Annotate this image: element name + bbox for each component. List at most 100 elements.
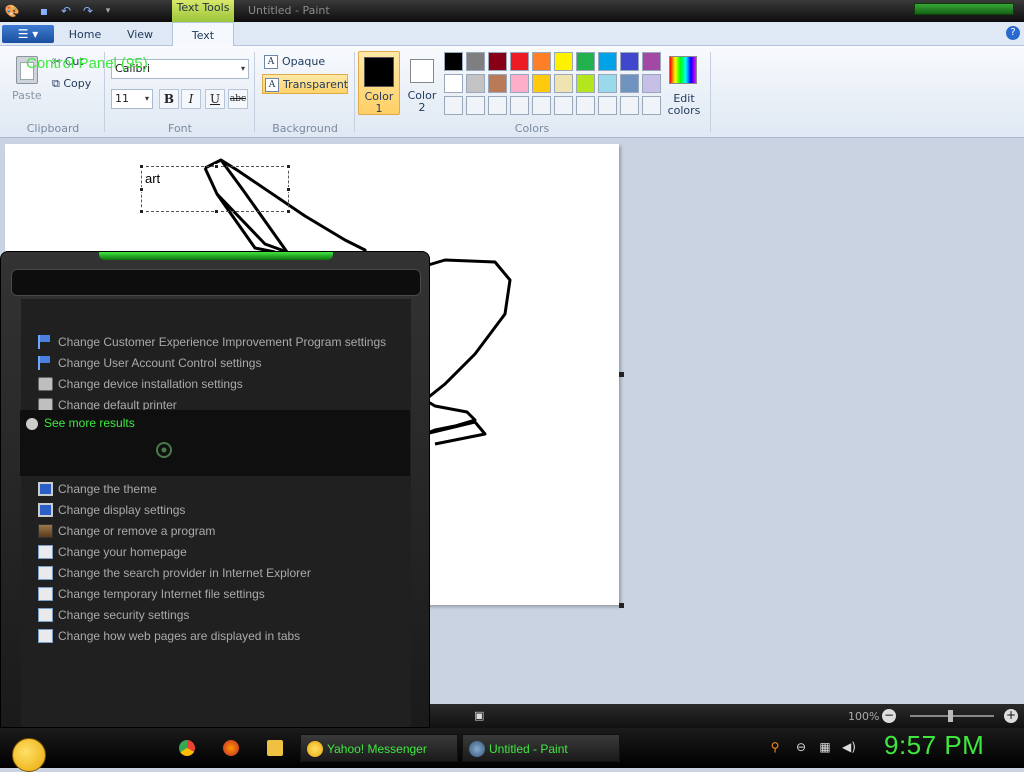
palette-color-swatch[interactable]: [444, 52, 463, 71]
color2-button[interactable]: Color 2: [404, 51, 440, 115]
volume-icon[interactable]: ◀): [842, 740, 856, 754]
text-box-content: art: [145, 171, 161, 186]
resize-handle[interactable]: [286, 209, 291, 214]
device-icon: [38, 377, 53, 391]
resize-handle[interactable]: [139, 187, 144, 192]
palette-color-swatch[interactable]: [510, 96, 529, 115]
search-result-item[interactable]: Change User Account Control settings: [36, 353, 404, 373]
palette-color-swatch[interactable]: [488, 96, 507, 115]
font-group-label: Font: [168, 122, 192, 135]
resize-handle[interactable]: [286, 164, 291, 169]
copy-icon: ⧉: [52, 77, 64, 90]
underline-button[interactable]: U: [205, 89, 225, 109]
palette-color-swatch[interactable]: [554, 52, 573, 71]
font-size-select[interactable]: 11 ▾: [111, 89, 153, 109]
text-tools-context-tab: Text Tools: [172, 0, 234, 22]
search-result-item[interactable]: Change the search provider in Internet E…: [36, 563, 404, 583]
network-icon[interactable]: ▦: [818, 740, 832, 754]
zoom-level: 100%: [848, 710, 880, 723]
color1-button[interactable]: Color 1: [358, 51, 400, 115]
edit-colors-button[interactable]: Edit colors: [666, 54, 702, 118]
zoom-in-button[interactable]: +: [1004, 709, 1018, 723]
tray-icon[interactable]: ⊖: [794, 740, 808, 754]
search-result-item[interactable]: Change security settings: [36, 605, 404, 625]
palette-color-swatch[interactable]: [510, 52, 529, 71]
palette-color-swatch[interactable]: [620, 96, 639, 115]
resize-handle[interactable]: [214, 209, 219, 214]
folder-icon[interactable]: [267, 740, 283, 756]
palette-color-swatch[interactable]: [532, 52, 551, 71]
transparent-button[interactable]: A Transparent: [262, 74, 348, 94]
search-result-item[interactable]: Change how web pages are displayed in ta…: [36, 626, 404, 646]
customize-quick-access-icon[interactable]: ▾: [100, 3, 116, 19]
firefox-icon[interactable]: [223, 740, 239, 756]
start-button[interactable]: [12, 738, 46, 772]
zoom-slider-thumb[interactable]: [948, 710, 953, 722]
palette-color-swatch[interactable]: [642, 74, 661, 93]
search-tray-icon[interactable]: ⚲: [768, 740, 782, 754]
window-controls[interactable]: [914, 3, 1014, 15]
palette-color-swatch[interactable]: [444, 96, 463, 115]
palette-color-swatch[interactable]: [620, 52, 639, 71]
search-result-item[interactable]: Change your homepage: [36, 542, 404, 562]
palette-color-swatch[interactable]: [488, 52, 507, 71]
palette-color-swatch[interactable]: [620, 74, 639, 93]
palette-color-swatch[interactable]: [554, 74, 573, 93]
zoom-out-button[interactable]: −: [882, 709, 896, 723]
flag-icon: [38, 356, 53, 370]
palette-color-swatch[interactable]: [466, 74, 485, 93]
palette-color-swatch[interactable]: [576, 74, 595, 93]
redo-icon[interactable]: ↷: [80, 3, 96, 19]
paint-app-icon[interactable]: 🎨: [4, 3, 20, 19]
palette-color-swatch[interactable]: [598, 74, 617, 93]
tab-view[interactable]: View: [116, 22, 164, 46]
paint-menu-button[interactable]: ☰ ▾: [2, 25, 54, 43]
palette-color-swatch[interactable]: [642, 52, 661, 71]
taskbar-clock[interactable]: 9:57 PM: [884, 730, 984, 761]
text-box[interactable]: art: [139, 164, 291, 214]
see-more-results-link[interactable]: See more results: [24, 413, 135, 433]
canvas-resize-handle[interactable]: [619, 603, 624, 608]
tab-home[interactable]: Home: [62, 22, 108, 46]
palette-color-swatch[interactable]: [466, 52, 485, 71]
resize-handle[interactable]: [139, 164, 144, 169]
palette-color-swatch[interactable]: [576, 52, 595, 71]
palette-color-swatch[interactable]: [576, 96, 595, 115]
palette-color-swatch[interactable]: [510, 74, 529, 93]
resize-handle[interactable]: [139, 209, 144, 214]
undo-icon[interactable]: ↶: [58, 3, 74, 19]
taskbar-button-yahoo-messenger[interactable]: Yahoo! Messenger: [300, 734, 458, 762]
palette-color-swatch[interactable]: [488, 74, 507, 93]
search-result-item[interactable]: Change device installation settings: [36, 374, 404, 394]
palette-color-swatch[interactable]: [598, 96, 617, 115]
palette-color-swatch[interactable]: [642, 96, 661, 115]
resize-handle[interactable]: [286, 187, 291, 192]
palette-color-swatch[interactable]: [554, 96, 573, 115]
palette-color-swatch[interactable]: [532, 96, 551, 115]
start-search-input[interactable]: [11, 269, 421, 296]
ie-icon: [38, 608, 53, 622]
copy-button[interactable]: ⧉ Copy: [52, 77, 91, 91]
search-result-item[interactable]: Change the theme: [36, 479, 404, 499]
chrome-icon[interactable]: [179, 740, 195, 756]
canvas-resize-handle[interactable]: [619, 372, 624, 377]
taskbar-button-paint[interactable]: Untitled - Paint: [462, 734, 620, 762]
palette-color-swatch[interactable]: [444, 74, 463, 93]
resize-handle[interactable]: [214, 164, 219, 169]
palette-color-swatch[interactable]: [598, 52, 617, 71]
search-result-item[interactable]: Change temporary Internet file settings: [36, 584, 404, 604]
help-icon[interactable]: ?: [1006, 26, 1020, 40]
tab-text[interactable]: Text: [172, 22, 234, 47]
results-category-header[interactable]: Control Panel (95): [26, 55, 148, 72]
opaque-button[interactable]: A Opaque: [262, 52, 332, 72]
search-result-item[interactable]: Change display settings: [36, 500, 404, 520]
search-result-item[interactable]: Change Customer Experience Improvement P…: [36, 332, 404, 352]
strikethrough-button[interactable]: abc: [228, 89, 248, 109]
palette-color-swatch[interactable]: [532, 74, 551, 93]
color-palette: [444, 52, 664, 116]
search-result-item[interactable]: Change or remove a program: [36, 521, 404, 541]
palette-color-swatch[interactable]: [466, 96, 485, 115]
italic-button[interactable]: I: [181, 89, 201, 109]
save-icon[interactable]: ▪: [36, 3, 52, 19]
bold-button[interactable]: B: [159, 89, 179, 109]
